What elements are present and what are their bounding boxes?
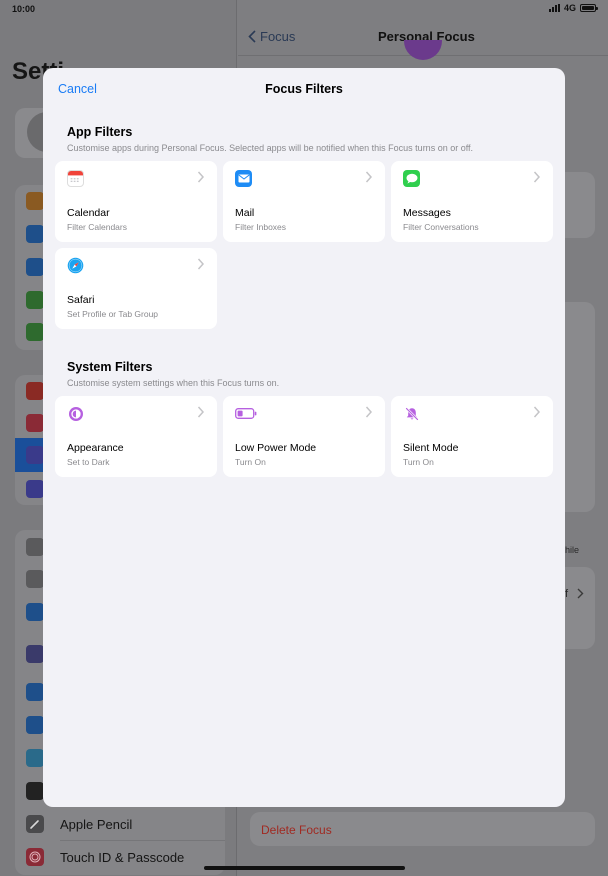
- filter-tile-calendar[interactable]: Calendar Filter Calendars: [55, 161, 217, 242]
- hotspot-icon: [26, 323, 44, 341]
- bluetooth-icon: [26, 258, 44, 276]
- filter-name: Appearance: [67, 442, 124, 454]
- sidebar-item-apple-pencil: Apple Pencil: [60, 817, 133, 832]
- filter-subtitle: Filter Inboxes: [235, 222, 287, 232]
- multitasking-icon: [26, 683, 44, 701]
- sounds-icon: [26, 414, 44, 432]
- chevron-right-icon: [365, 406, 373, 418]
- filter-name: Mail: [235, 207, 255, 219]
- detail-card-edge: [565, 302, 595, 512]
- chevron-right-icon: [577, 588, 584, 599]
- filter-name: Safari: [67, 294, 95, 306]
- cancel-button[interactable]: Cancel: [58, 82, 97, 96]
- chevron-right-icon: [365, 171, 373, 183]
- network-type: 4G: [563, 3, 576, 13]
- screen-time-icon: [26, 480, 44, 498]
- app-filters-title: App Filters: [67, 125, 133, 139]
- filter-subtitle: Filter Conversations: [403, 222, 479, 232]
- safari-icon: [67, 257, 84, 274]
- filter-tile-mail[interactable]: Mail Filter Inboxes: [223, 161, 385, 242]
- general-gear-icon: [26, 538, 44, 556]
- filter-tile-appearance[interactable]: Appearance Set to Dark: [55, 396, 217, 477]
- app-filters-subtitle: Customise apps during Personal Focus. Se…: [67, 143, 474, 153]
- filter-name: Low Power Mode: [235, 442, 317, 454]
- filter-tile-low-power-mode[interactable]: Low Power Mode Turn On: [223, 396, 385, 477]
- detail-text-fragment: f: [565, 588, 569, 600]
- filter-tile-safari[interactable]: Safari Set Profile or Tab Group: [55, 248, 217, 329]
- messages-icon: [403, 170, 420, 187]
- sidebar-item-touch-id: Touch ID & Passcode: [60, 850, 185, 865]
- filter-subtitle: Filter Calendars: [67, 222, 127, 232]
- chevron-right-icon: [533, 406, 541, 418]
- home-screen-icon: [26, 645, 44, 663]
- chevron-right-icon: [197, 406, 205, 418]
- home-indicator[interactable]: [204, 866, 405, 870]
- filter-subtitle: Set to Dark: [67, 457, 110, 467]
- airplane-icon: [26, 192, 44, 210]
- appearance-icon: [67, 405, 84, 422]
- chevron-left-icon: [248, 30, 256, 43]
- chevron-right-icon: [197, 258, 205, 270]
- calendar-icon: [67, 170, 84, 187]
- bell-slash-icon: [403, 405, 420, 422]
- filter-name: Silent Mode: [403, 442, 459, 454]
- wifi-icon: [26, 225, 44, 243]
- siri-icon: [26, 782, 44, 800]
- detail-card-edge: [565, 172, 595, 238]
- detail-card-edge: [565, 567, 595, 649]
- filter-subtitle: Set Profile or Tab Group: [67, 309, 159, 319]
- pencil-icon: [26, 815, 44, 833]
- status-bar: 10:00 4G: [0, 0, 608, 18]
- signal-icon: [548, 4, 560, 12]
- chevron-right-icon: [533, 171, 541, 183]
- cellular-icon: [26, 291, 44, 309]
- battery-icon: [235, 405, 257, 422]
- filter-tile-silent-mode[interactable]: Silent Mode Turn On: [391, 396, 553, 477]
- display-icon: [26, 603, 44, 621]
- system-filters-subtitle: Customise system settings when this Focu…: [67, 378, 280, 388]
- battery-icon: [580, 4, 598, 12]
- filter-subtitle: Turn On: [403, 457, 434, 467]
- filter-tile-messages[interactable]: Messages Filter Conversations: [391, 161, 553, 242]
- control-centre-icon: [26, 570, 44, 588]
- notifications-icon: [26, 382, 44, 400]
- status-indicators: 4G: [548, 3, 598, 13]
- chevron-right-icon: [197, 171, 205, 183]
- nav-back-label: Focus: [260, 29, 296, 44]
- detail-text-fragment: hile: [565, 545, 580, 555]
- focus-filters-sheet: Cancel Focus Filters App Filters Customi…: [43, 68, 565, 807]
- row-divider: [60, 840, 225, 841]
- filter-name: Calendar: [67, 207, 110, 219]
- filter-name: Messages: [403, 207, 451, 219]
- system-filters-title: System Filters: [67, 360, 153, 374]
- status-time: 10:00: [12, 4, 36, 14]
- sheet-title: Focus Filters: [265, 82, 343, 96]
- delete-focus-button: Delete Focus: [261, 823, 332, 837]
- nav-back-button: Focus: [248, 29, 295, 44]
- focus-moon-icon: [26, 446, 44, 464]
- fingerprint-icon: [26, 848, 44, 866]
- wallpaper-icon: [26, 749, 44, 767]
- accessibility-icon: [26, 716, 44, 734]
- mail-icon: [235, 170, 252, 187]
- filter-subtitle: Turn On: [235, 457, 266, 467]
